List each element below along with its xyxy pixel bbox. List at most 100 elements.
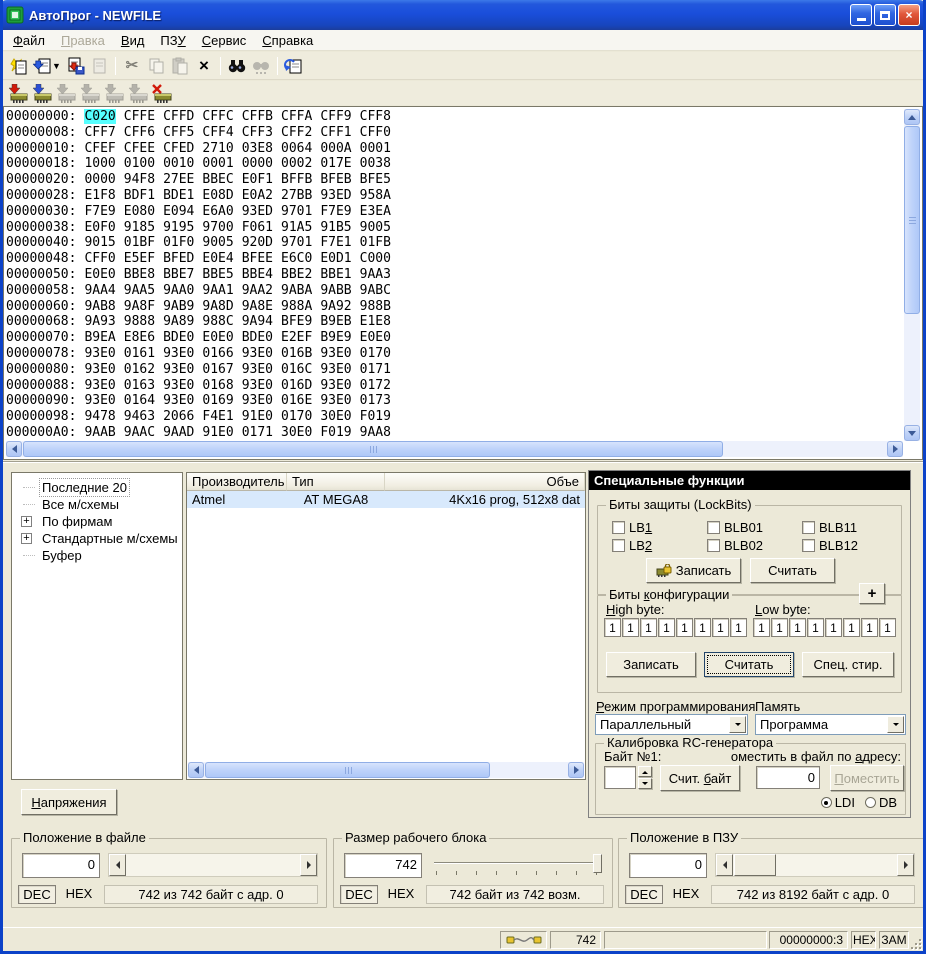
hex-word[interactable]: 0162 [124, 362, 155, 377]
scroll-left-icon[interactable] [188, 762, 204, 778]
hex-word[interactable]: 0170 [360, 346, 391, 361]
hex-word[interactable]: 9005 [360, 220, 391, 235]
status-overwrite-mode[interactable]: ЗАМ [879, 931, 909, 949]
title-bar[interactable]: АвтоПрог - NEWFILE × [0, 0, 926, 30]
hex-word[interactable]: 30E0 [281, 425, 312, 440]
column-header-type[interactable]: Тип [287, 473, 385, 491]
hex-word[interactable]: 0010 [163, 156, 194, 171]
hex-word[interactable]: BFED [163, 251, 194, 266]
hex-word[interactable]: F019 [320, 425, 351, 440]
hex-word[interactable]: E0E0 [202, 330, 233, 345]
hex-word[interactable]: CFF7 [84, 125, 115, 140]
memory-select[interactable]: Программа [755, 714, 906, 735]
hex-word[interactable]: C020 [84, 109, 115, 124]
hex-word[interactable]: 9195 [163, 220, 194, 235]
rom-position-field[interactable]: 0 [629, 853, 707, 878]
calibration-byte-field[interactable] [604, 766, 636, 789]
verify-chip-button[interactable] [53, 82, 77, 104]
hex-editor[interactable]: 00000000:C020CFFECFFDCFFCCFFBCFFACFF9CFF… [3, 106, 923, 460]
hex-word[interactable]: BBE7 [163, 267, 194, 282]
hex-word[interactable]: 01F0 [163, 235, 194, 250]
hex-word[interactable]: 93E0 [242, 346, 273, 361]
hex-word[interactable]: 1000 [84, 156, 115, 171]
hex-word[interactable]: 9888 [124, 314, 155, 329]
hex-word[interactable]: 0166 [202, 346, 233, 361]
hex-word[interactable]: 9AA3 [360, 267, 391, 282]
hex-word[interactable]: 93E0 [320, 362, 351, 377]
lockbit-blb11[interactable]: BLB11 [802, 520, 897, 535]
hex-word[interactable]: 0000 [242, 156, 273, 171]
hex-word[interactable]: 0173 [360, 393, 391, 408]
read-byte-button[interactable]: Счит. байт [660, 765, 740, 791]
hex-word[interactable]: 988C [202, 314, 233, 329]
fuse-bit-high[interactable]: 1 [730, 618, 747, 637]
hex-word[interactable]: 93E0 [242, 378, 273, 393]
hex-toggle[interactable]: HEX [384, 885, 418, 904]
menu-item-view[interactable]: Вид [113, 31, 153, 50]
programming-mode-select[interactable]: Параллельный [595, 714, 748, 735]
hex-word[interactable]: 93E0 [84, 378, 115, 393]
hex-word[interactable]: BDF1 [124, 188, 155, 203]
fuse-bit-low[interactable]: 1 [825, 618, 842, 637]
hex-word[interactable]: 0167 [202, 362, 233, 377]
hex-word[interactable]: 9701 [281, 235, 312, 250]
hex-word[interactable]: BDE0 [163, 330, 194, 345]
hex-word[interactable]: 93E0 [320, 346, 351, 361]
scroll-left-icon[interactable] [6, 441, 22, 457]
tree-item[interactable]: Буфер [12, 547, 182, 564]
hex-word[interactable]: E080 [124, 204, 155, 219]
hex-word[interactable]: 0169 [202, 393, 233, 408]
hex-word[interactable]: BBE2 [281, 267, 312, 282]
tree-item[interactable]: Последние 20 [12, 479, 182, 496]
hex-word[interactable]: 93E0 [320, 378, 351, 393]
hex-word[interactable]: 93E0 [84, 393, 115, 408]
hex-word[interactable]: 0171 [242, 425, 273, 440]
hex-word[interactable]: 9AA1 [202, 283, 233, 298]
hex-word[interactable]: 0001 [360, 141, 391, 156]
hex-word[interactable]: E0D1 [320, 251, 351, 266]
lockbit-blb12[interactable]: BLB12 [802, 538, 897, 553]
copy-button[interactable] [144, 55, 168, 77]
hex-word[interactable]: 9A8D [202, 299, 233, 314]
hex-word[interactable]: 9AA5 [124, 283, 155, 298]
voltages-button[interactable]: Напряжения [21, 789, 117, 815]
fuse-bit-low[interactable]: 1 [753, 618, 770, 637]
lockbits-write-button[interactable]: Записать [646, 558, 741, 583]
column-header-size[interactable]: Объе [385, 473, 585, 491]
scrollbar-thumb[interactable] [23, 441, 723, 457]
hex-word[interactable]: 0161 [124, 346, 155, 361]
hex-word[interactable]: C000 [360, 251, 391, 266]
hex-word[interactable]: BBE4 [242, 267, 273, 282]
hex-word[interactable]: 2066 [163, 409, 194, 424]
fuse-bit-high[interactable]: 1 [712, 618, 729, 637]
hex-word[interactable]: 9AB8 [84, 299, 115, 314]
tree-item[interactable]: +По фирмам [12, 513, 182, 530]
checkbox-icon[interactable] [612, 521, 625, 534]
hex-word[interactable]: 94F8 [124, 172, 155, 187]
hex-word[interactable]: 93E0 [242, 362, 273, 377]
fuse-bit-high[interactable]: 1 [622, 618, 639, 637]
hex-word[interactable]: 9A93 [84, 314, 115, 329]
hex-word[interactable]: BFE9 [281, 314, 312, 329]
menu-item-edit[interactable]: Правка [53, 31, 113, 50]
hex-word[interactable]: CFFE [124, 109, 155, 124]
slider-handle[interactable] [593, 854, 602, 873]
hex-word[interactable]: E1E8 [360, 314, 391, 329]
hex-word[interactable]: CFF5 [163, 125, 194, 140]
hex-word[interactable]: CFF2 [281, 125, 312, 140]
scroll-up-icon[interactable] [904, 109, 920, 125]
hex-word[interactable]: 93E0 [163, 378, 194, 393]
hex-word[interactable]: 91B5 [320, 220, 351, 235]
convert-button[interactable] [282, 55, 306, 77]
tree-item[interactable]: Все м/схемы [12, 496, 182, 513]
hex-word[interactable]: BDE1 [163, 188, 194, 203]
hex-word[interactable]: 0170 [281, 409, 312, 424]
hex-word[interactable]: 958A [360, 188, 391, 203]
chip-erase-button[interactable]: Спец. стир. [802, 652, 894, 677]
rom-position-scrollbar[interactable] [715, 853, 915, 877]
hex-word[interactable]: 0000 [84, 172, 115, 187]
blank-check-chip-button[interactable] [101, 82, 125, 104]
expand-panel-button[interactable]: + [859, 583, 885, 604]
save-file-button[interactable] [63, 55, 87, 77]
hex-word[interactable]: 9AA2 [242, 283, 273, 298]
